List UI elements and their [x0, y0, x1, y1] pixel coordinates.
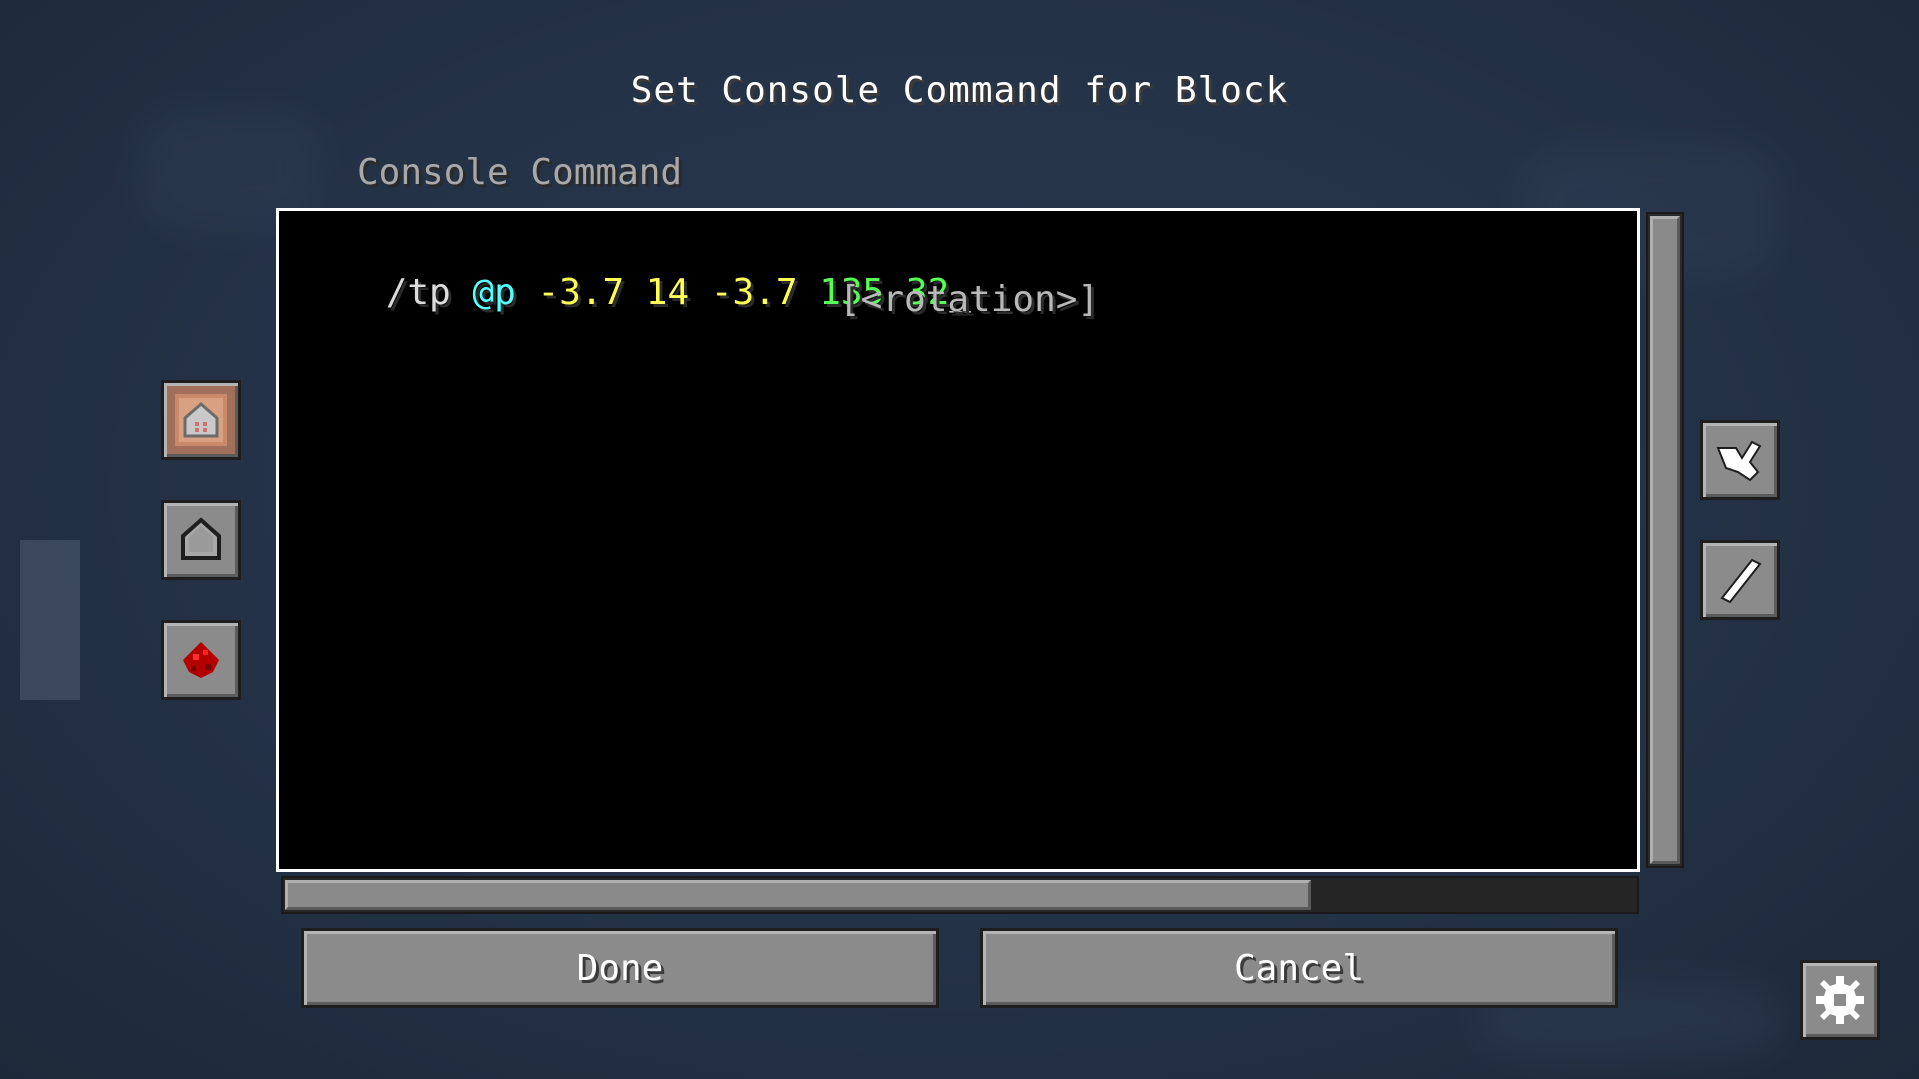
cancel-button[interactable]: Cancel	[980, 928, 1618, 1008]
command-token: -3.7 14 -3.7	[515, 272, 820, 313]
trigger-mode-button[interactable]	[1700, 420, 1780, 500]
command-token: @p	[472, 272, 516, 313]
command-block-chain-icon	[181, 517, 221, 560]
trigger-mode-icon	[1716, 440, 1762, 482]
settings-button[interactable]	[1800, 960, 1880, 1040]
dialog-title: Set Console Command for Block	[630, 70, 1289, 111]
vertical-scrollbar[interactable]	[1646, 212, 1684, 868]
command-block-impulse-button[interactable]	[161, 380, 241, 460]
horizontal-scrollbar[interactable]	[281, 876, 1639, 914]
wand-button[interactable]	[1700, 540, 1780, 620]
gear-icon	[1816, 976, 1864, 1024]
argument-suggestion-hint: [<rotation>]	[839, 279, 1100, 320]
redstone-dust-icon	[183, 642, 219, 678]
command-input[interactable]: /tp @p -3.7 14 -3.7 135 32_ [<rotation>]	[276, 208, 1640, 872]
done-button-label: Done	[576, 947, 664, 989]
done-button[interactable]: Done	[301, 928, 939, 1008]
vertical-scrollbar-thumb[interactable]	[1650, 216, 1680, 864]
console-command-label: Console Command	[357, 152, 683, 193]
redstone-button[interactable]	[161, 620, 241, 700]
command-block-chain-button[interactable]	[161, 500, 241, 580]
wand-icon	[1720, 558, 1762, 604]
horizontal-scrollbar-thumb[interactable]	[285, 880, 1311, 910]
command-token: /tp	[385, 272, 473, 313]
background-block	[20, 540, 80, 700]
command-block-impulse-icon	[175, 394, 227, 446]
cancel-button-label: Cancel	[1233, 947, 1365, 989]
